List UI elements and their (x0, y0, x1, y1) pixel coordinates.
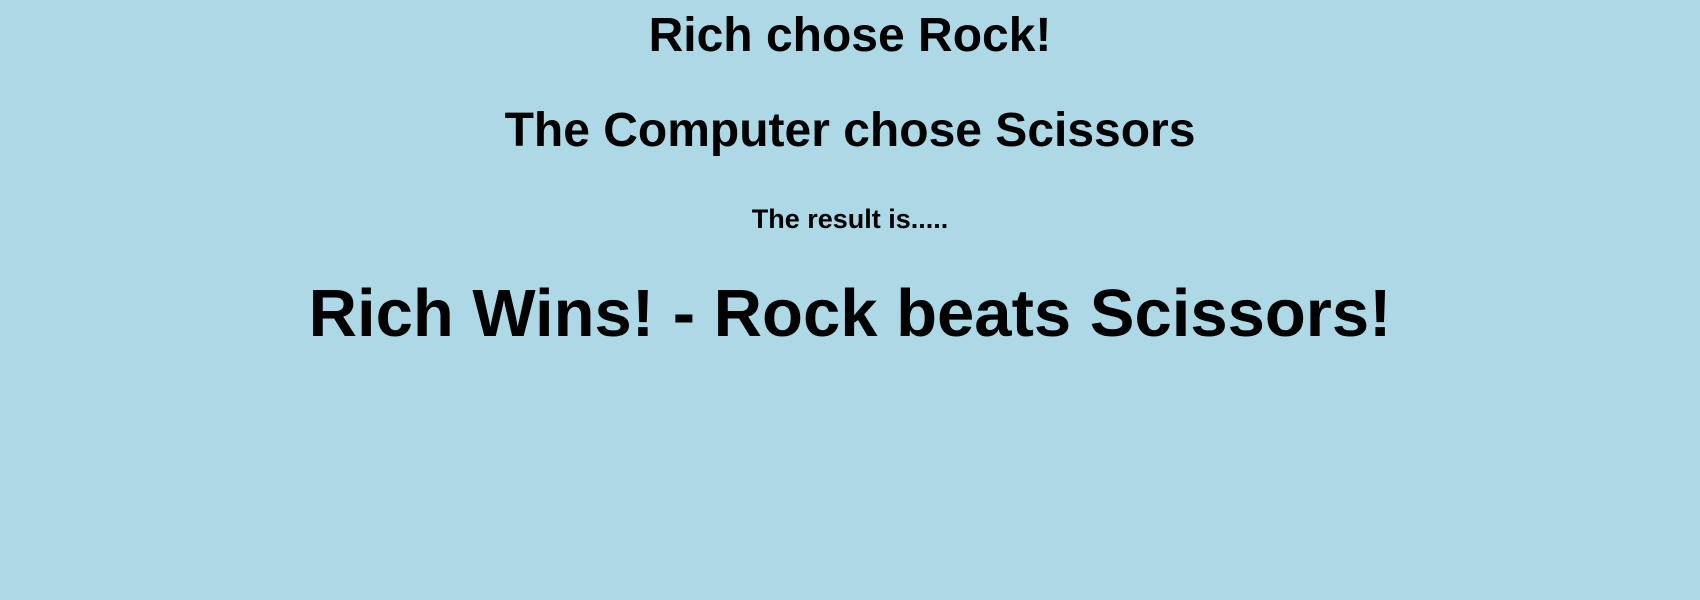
player-choice-heading: Rich chose Rock! (648, 9, 1052, 62)
result-headline: Rich Wins! - Rock beats Scissors! (308, 276, 1392, 351)
game-result-page: { "game": { "player_choice_text": "Rich … (0, 0, 1700, 600)
computer-choice-heading: The Computer chose Scissors (504, 104, 1196, 157)
result-intro-text: The result is..... (751, 204, 949, 234)
